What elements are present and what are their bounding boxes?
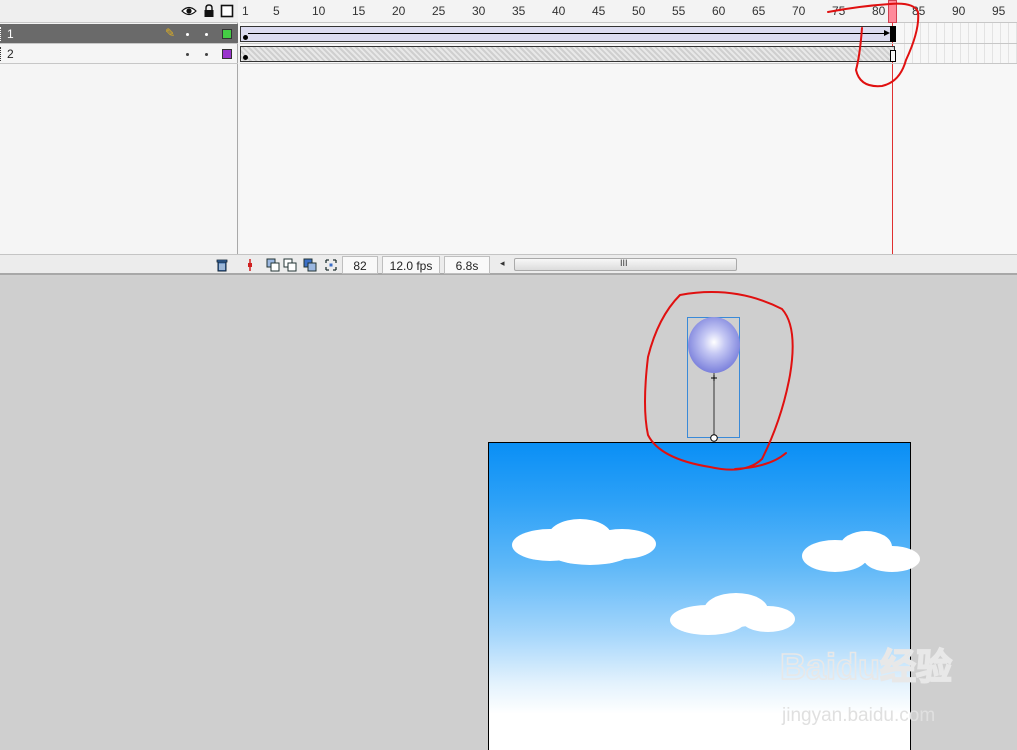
ruler-label: 1 [242,4,249,18]
layer-name: 2 [7,47,14,61]
lock-dot[interactable] [205,33,208,36]
layer-row-2[interactable]: 2 [0,44,238,64]
ruler-label: 60 [712,4,726,18]
start-keyframe[interactable] [243,55,248,60]
frame-row-layer-2[interactable] [240,44,1017,64]
trash-icon[interactable] [215,258,229,272]
cloud [512,519,656,565]
lock-dot[interactable] [205,53,208,56]
timeline-scrollbar[interactable]: III [514,258,737,271]
layer-grip[interactable] [0,27,3,41]
ruler-label: 5 [273,4,280,18]
watermark-url: jingyan.baidu.com [781,705,935,725]
ruler-label: 70 [792,4,806,18]
ruler-label: 50 [632,4,646,18]
onion-skin-icon[interactable] [266,258,280,272]
lock-icon[interactable] [201,3,217,19]
visibility-dot[interactable] [186,33,189,36]
outline-icon[interactable] [219,3,235,19]
registration-point-icon [711,375,717,381]
timeline-toolbar: 82 12.0 fps 6.8s ◂ III [0,254,1017,275]
edit-multiple-frames-icon[interactable] [303,258,317,272]
start-keyframe[interactable] [243,35,248,40]
elapsed-time-field: 6.8s [444,256,490,274]
cloud [802,531,920,572]
ruler-label: 30 [472,4,486,18]
playhead[interactable] [888,0,897,23]
end-keyframe[interactable] [890,26,896,42]
ruler-label: 55 [672,4,686,18]
ruler-label: 20 [392,4,406,18]
ruler-label: 85 [912,4,926,18]
end-frame-marker[interactable] [890,50,896,62]
ruler-label: 90 [952,4,966,18]
ruler-label: 25 [432,4,446,18]
frame-ruler[interactable]: 1 5 10 15 20 25 30 35 40 45 50 55 60 65 … [240,0,1017,23]
modify-markers-icon[interactable] [324,258,338,272]
ruler-label: 10 [312,4,326,18]
current-frame-field[interactable]: 82 [342,256,378,274]
layer-pane: 1 ✎ 2 [0,0,238,275]
frame-rate-field[interactable]: 12.0 fps [382,256,440,274]
static-frame-span[interactable] [240,46,895,62]
visibility-dot[interactable] [186,53,189,56]
layer-grip[interactable] [0,47,3,61]
scroll-left-arrow[interactable]: ◂ [500,258,505,269]
layer-color-swatch[interactable] [222,29,232,39]
layer-header [0,0,238,23]
tween-arrow [248,30,890,36]
transform-point-icon [710,434,718,442]
stage-area[interactable]: Baidu经验 jingyan.baidu.com [0,277,1017,750]
ruler-label: 80 [872,4,886,18]
ruler-label: 15 [352,4,366,18]
timeline-panel: 1 ✎ 2 1 5 10 15 20 25 30 35 40 45 50 55 … [0,0,1017,275]
cloud [670,593,795,635]
eye-icon[interactable] [181,3,197,19]
center-frame-icon[interactable] [243,258,257,272]
motion-tween-span[interactable] [240,26,895,42]
baidu-watermark: Baidu经验 jingyan.baidu.com [779,645,953,725]
ruler-label: 95 [992,4,1006,18]
frame-row-layer-1[interactable] [240,24,1017,44]
layer-color-swatch[interactable] [222,49,232,59]
layer-name: 1 [7,27,14,41]
layer-row-1[interactable]: 1 ✎ [0,24,238,44]
pencil-icon: ✎ [165,26,176,40]
ruler-label: 45 [592,4,606,18]
balloon[interactable] [685,315,743,445]
frame-pane: 1 5 10 15 20 25 30 35 40 45 50 55 60 65 … [240,0,1017,275]
ruler-label: 40 [552,4,566,18]
ruler-label: 35 [512,4,526,18]
ruler-label: 75 [832,4,846,18]
scroll-grip[interactable]: III [620,258,628,268]
ruler-label: 65 [752,4,766,18]
onion-outline-icon[interactable] [283,258,297,272]
watermark-brand: Baidu经验 [780,646,952,687]
